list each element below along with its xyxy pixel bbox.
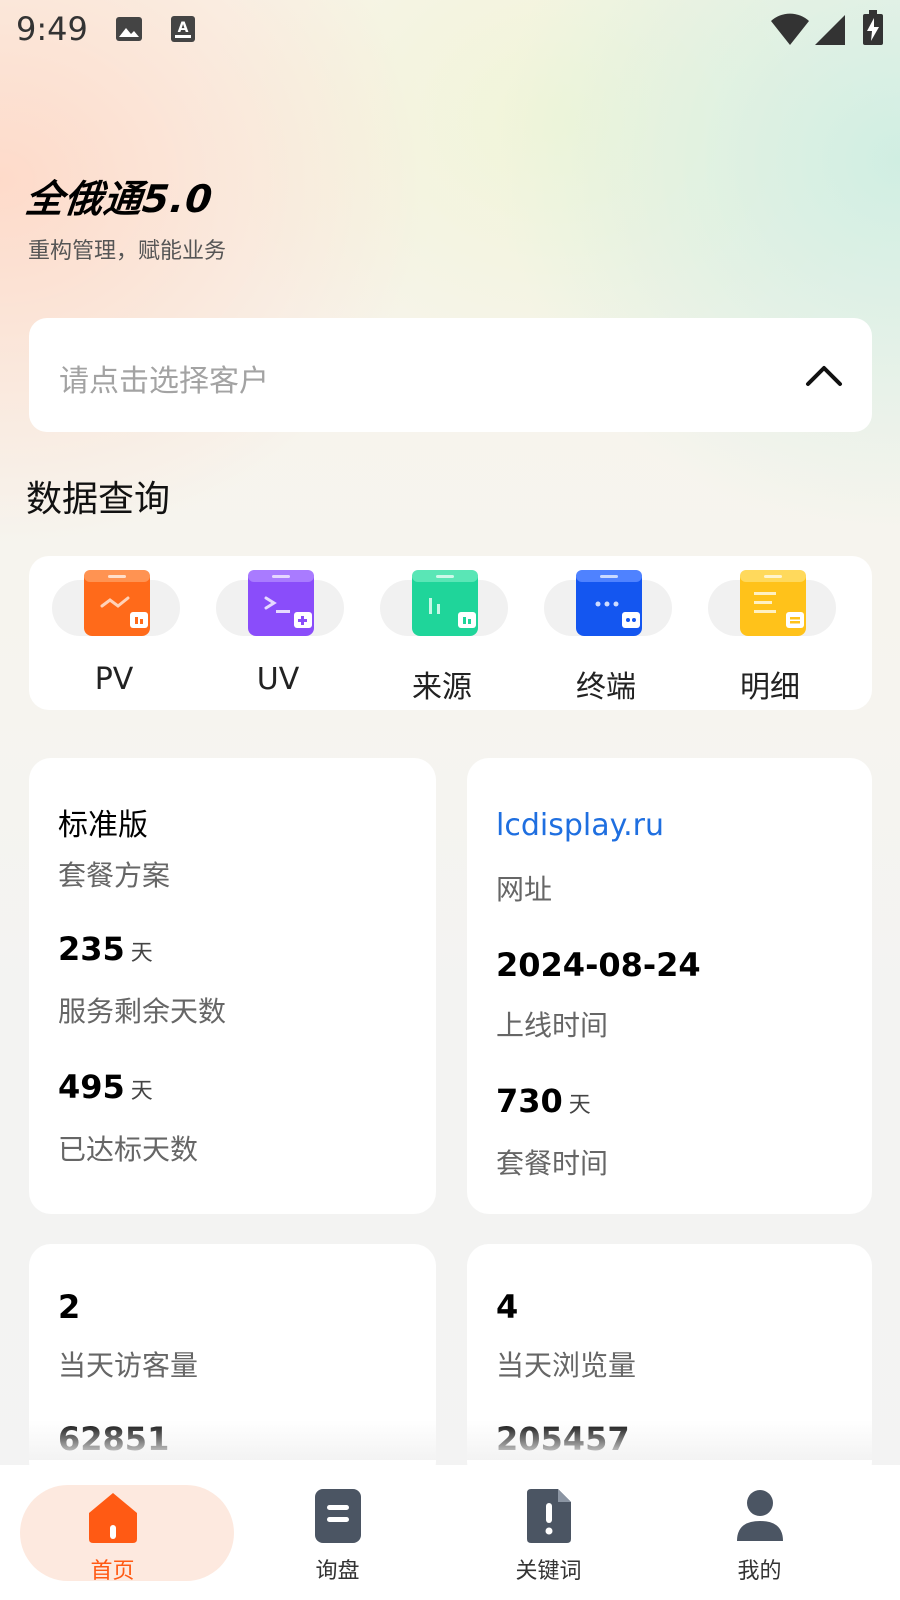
query-detail-button[interactable]: 明细 — [686, 556, 854, 710]
achieved-days-label: 已达标天数 — [58, 1133, 199, 1166]
plan-days-value: 730 天 — [496, 1082, 591, 1120]
bottom-tab-bar: 首页 询盘 关键词 我的 — [0, 1465, 900, 1600]
app-brand-title: 全俄通5.0 — [23, 177, 216, 221]
section-title-data-query: 数据查询 — [26, 479, 171, 520]
tab-profile-label: 我的 — [737, 1559, 782, 1584]
today-visitors-value: 2 — [58, 1288, 81, 1326]
status-bar: 9:49 A — [0, 0, 900, 60]
today-visitors-label: 当天访客量 — [58, 1349, 199, 1382]
query-source-label: 来源 — [412, 670, 472, 705]
today-views-value: 4 — [496, 1288, 519, 1326]
remaining-days-unit: 天 — [130, 941, 153, 966]
customer-select[interactable]: 请点击选择客户 — [29, 318, 872, 432]
image-notification-icon — [116, 17, 142, 41]
tab-inquiry[interactable]: 询盘 — [225, 1465, 450, 1600]
battery-charging-icon — [863, 10, 883, 45]
site-card[interactable]: lcdisplay.ru 网址 2024-08-24 上线时间 730 天 套餐时… — [467, 758, 872, 1214]
query-detail-label: 明细 — [740, 670, 800, 705]
remaining-days-number: 235 — [58, 930, 125, 968]
query-terminal-button[interactable]: 终端 — [522, 556, 690, 710]
plan-card[interactable]: 标准版 套餐方案 235 天 服务剩余天数 495 天 已达标天数 — [29, 758, 436, 1214]
inquiry-icon — [314, 1489, 361, 1543]
text-notification-icon: A — [171, 16, 195, 42]
tab-inquiry-label: 询盘 — [315, 1559, 360, 1584]
chevron-up-icon[interactable] — [804, 356, 844, 392]
remaining-days-value: 235 天 — [58, 930, 153, 968]
plan-days-unit: 天 — [568, 1093, 591, 1118]
home-icon — [88, 1493, 137, 1543]
status-time: 9:49 — [16, 10, 88, 48]
site-url-label: 网址 — [496, 873, 553, 906]
bottom-fade — [0, 1420, 900, 1460]
tab-home[interactable]: 首页 — [0, 1465, 234, 1600]
achieved-days-value: 495 天 — [58, 1068, 153, 1106]
plan-name: 标准版 — [58, 808, 148, 843]
plan-days-number: 730 — [496, 1082, 563, 1120]
keyword-document-icon — [526, 1489, 571, 1543]
query-source-button[interactable]: 来源 — [358, 556, 526, 710]
today-views-label: 当天浏览量 — [496, 1349, 637, 1382]
query-uv-button[interactable]: UV — [194, 556, 362, 710]
wifi-icon — [771, 13, 809, 45]
tab-home-label: 首页 — [90, 1559, 135, 1584]
achieved-days-unit: 天 — [130, 1079, 153, 1104]
text-notification-letter: A — [178, 20, 189, 36]
detail-list-icon — [740, 570, 806, 636]
achieved-days-number: 495 — [58, 1068, 125, 1106]
signal-icon — [815, 15, 845, 45]
app-slogan: 重构管理，赋能业务 — [28, 239, 227, 264]
online-date-value: 2024-08-24 — [496, 946, 701, 984]
tab-keywords-label: 关键词 — [515, 1559, 582, 1584]
site-url-link[interactable]: lcdisplay.ru — [496, 808, 664, 843]
query-terminal-label: 终端 — [576, 670, 636, 705]
plan-days-label: 套餐时间 — [496, 1147, 609, 1180]
data-query-bar: PV UV 来源 终端 明细 — [29, 556, 872, 710]
user-icon — [736, 1490, 783, 1541]
remaining-days-label: 服务剩余天数 — [58, 995, 227, 1028]
customer-select-placeholder: 请点击选择客户 — [59, 364, 269, 399]
tab-keywords[interactable]: 关键词 — [436, 1465, 661, 1600]
online-date-label: 上线时间 — [496, 1009, 609, 1042]
query-pv-label: PV — [94, 662, 134, 697]
tab-profile[interactable]: 我的 — [647, 1465, 872, 1600]
uv-terminal-icon — [248, 570, 314, 636]
query-pv-button[interactable]: PV — [30, 556, 198, 710]
pv-chart-icon — [84, 570, 150, 636]
source-bars-icon — [412, 570, 478, 636]
query-uv-label: UV — [256, 662, 300, 697]
terminal-device-icon — [576, 570, 642, 636]
plan-name-label: 套餐方案 — [58, 859, 171, 892]
